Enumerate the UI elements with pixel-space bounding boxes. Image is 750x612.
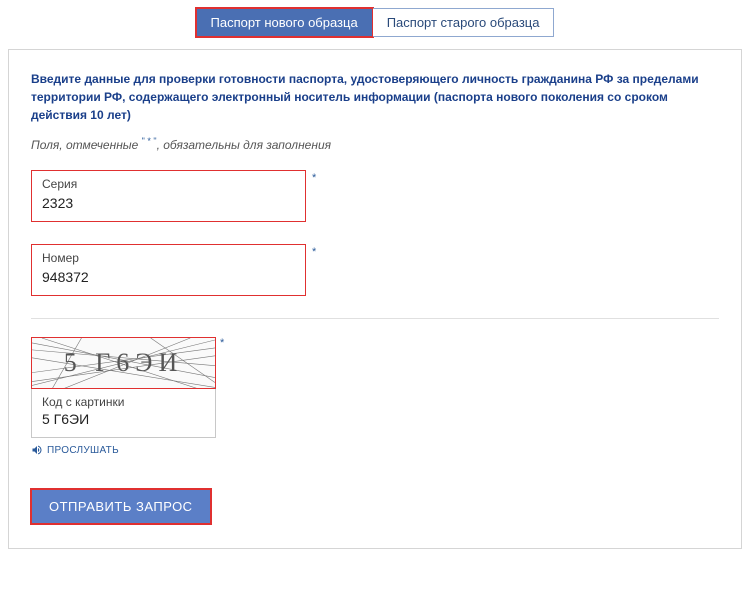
submit-button[interactable]: ОТПРАВИТЬ ЗАПРОС — [31, 489, 211, 524]
number-field-box: Номер — [31, 244, 306, 296]
tab-old-passport[interactable]: Паспорт старого образца — [373, 8, 555, 37]
number-label: Номер — [42, 251, 295, 265]
series-label: Серия — [42, 177, 295, 191]
series-input[interactable] — [42, 193, 295, 213]
listen-label: ПРОСЛУШАТЬ — [47, 445, 119, 456]
series-field-box: Серия — [31, 170, 306, 222]
tab-bar: Паспорт нового образца Паспорт старого о… — [8, 8, 742, 37]
captcha-input-label: Код с картинки — [42, 395, 205, 409]
required-star-icon: * — [312, 172, 316, 184]
instruction-text: Введите данные для проверки готовности п… — [31, 70, 719, 124]
required-star-icon: * — [312, 246, 316, 258]
number-input[interactable] — [42, 267, 295, 287]
captcha-section: 5 Г6ЭИ * Код с картинки ПРОСЛУШАТЬ — [31, 337, 719, 461]
captcha-input-box: Код с картинки — [31, 388, 216, 438]
captcha-input[interactable] — [42, 409, 205, 429]
section-divider — [31, 318, 719, 319]
required-note-prefix: Поля, отмеченные — [31, 138, 142, 152]
captcha-image: 5 Г6ЭИ — [31, 337, 216, 389]
required-note-suffix: , обязательны для заполнения — [157, 138, 331, 152]
number-field-group: Номер * — [31, 244, 719, 296]
required-star-icon: * — [220, 337, 224, 349]
listen-captcha-link[interactable]: ПРОСЛУШАТЬ — [31, 444, 119, 456]
speaker-icon — [31, 444, 43, 456]
form-panel: Введите данные для проверки готовности п… — [8, 49, 742, 549]
required-fields-note: Поля, отмеченные " * ", обязательны для … — [31, 136, 719, 152]
series-field-group: Серия * — [31, 170, 719, 222]
captcha-row: 5 Г6ЭИ * — [31, 337, 719, 389]
asterisk-icon: " * " — [142, 136, 157, 146]
tab-new-passport[interactable]: Паспорт нового образца — [196, 8, 373, 37]
captcha-image-text: 5 Г6ЭИ — [64, 348, 183, 378]
